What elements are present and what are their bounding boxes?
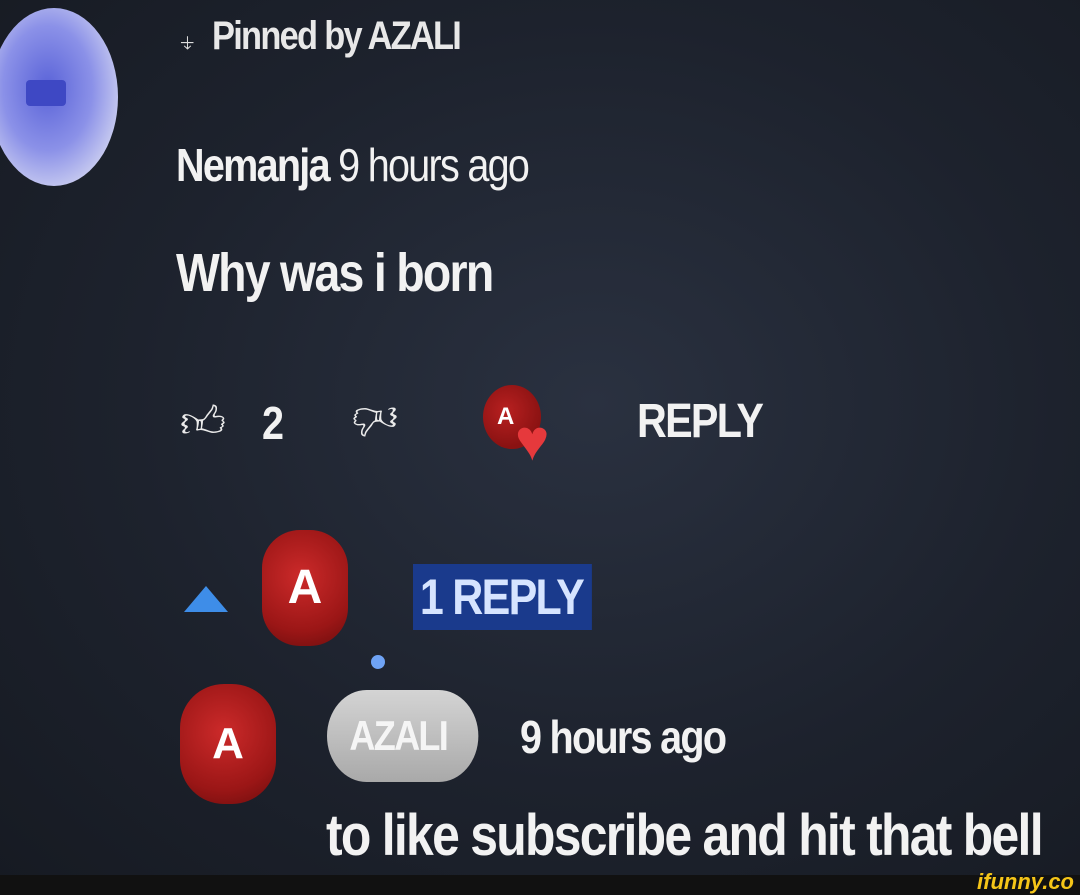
dot-indicator: [371, 655, 385, 669]
comment-author[interactable]: Nemanja: [176, 139, 331, 191]
thumbs-up-icon: 👍︎: [180, 398, 226, 447]
watermark-bar: ifunny.co: [0, 869, 1080, 895]
reply-author-avatar: A: [262, 530, 348, 646]
comment-header: Nemanja 9 hours ago: [176, 138, 530, 192]
collapse-arrow-icon[interactable]: [184, 586, 228, 612]
thumbs-down-icon: 👍︎: [352, 394, 398, 443]
reply-author-avatar-letter: A: [287, 561, 323, 614]
reply-timestamp[interactable]: 9 hours ago: [520, 710, 727, 764]
pin-icon: ⍖: [178, 26, 196, 59]
ifunny-watermark: ifunny.co: [977, 869, 1074, 894]
dislike-button[interactable]: 👍︎: [352, 392, 398, 445]
channel-owner-chip[interactable]: AZALI: [327, 690, 479, 782]
reply-avatar[interactable]: A: [180, 684, 276, 804]
view-replies-toggle[interactable]: 1 REPLY: [413, 564, 592, 630]
like-count: 2: [262, 397, 284, 449]
like-button[interactable]: 👍︎: [180, 396, 226, 449]
heart-badge-letter: A: [497, 403, 515, 430]
reply-avatar-letter: A: [212, 719, 244, 768]
heart-icon: ♥: [515, 408, 550, 473]
comment-section: ⍖ Pinned by AZALI Nemanja 9 hours ago Wh…: [0, 0, 1080, 875]
reply-button[interactable]: REPLY: [637, 394, 764, 449]
channel-owner-name: AZALI: [349, 712, 448, 759]
pinned-label: Pinned by AZALI: [212, 14, 462, 59]
reply-body: to like subscribe and hit that bell: [326, 803, 1044, 868]
commenter-avatar[interactable]: [0, 8, 118, 186]
view-replies-label: 1 REPLY: [419, 569, 585, 625]
comment-timestamp[interactable]: 9 hours ago: [338, 139, 530, 191]
pinned-label-text: Pinned by AZALI: [212, 14, 462, 58]
comment-body: Why was i born: [176, 243, 494, 303]
